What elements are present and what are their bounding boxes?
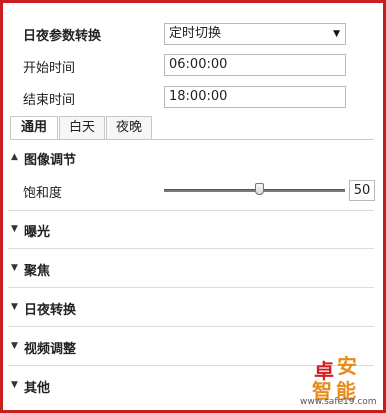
end-time-input[interactable]: 18:00:00 (164, 86, 346, 108)
section-video-adjust-title: 视频调整 (24, 342, 77, 357)
section-focus-title: 聚焦 (24, 264, 51, 279)
tab-day[interactable]: 白天 (59, 116, 105, 140)
section-exposure-title: 曝光 (24, 225, 51, 240)
day-night-switch-label: 日夜参数转换 (23, 29, 102, 44)
watermark-url: www.safe19.com (300, 397, 377, 407)
chevron-up-icon: ▲ (11, 152, 18, 162)
section-image-adjust[interactable]: ▲ 图像调节 (8, 140, 374, 175)
chevron-down-icon: ▼ (11, 341, 18, 351)
section-day-night-title: 日夜转换 (24, 303, 77, 318)
section-focus[interactable]: ▼ 聚焦 (8, 250, 374, 288)
chevron-down-icon: ▼ (11, 380, 18, 390)
section-image-adjust-title: 图像调节 (24, 153, 77, 168)
tab-general[interactable]: 通用 (10, 116, 58, 140)
saturation-slider-thumb[interactable] (255, 183, 264, 195)
end-time-label: 结束时间 (23, 93, 76, 108)
section-other-title: 其他 (24, 381, 51, 396)
chevron-down-icon: ▼ (11, 224, 18, 234)
start-time-input[interactable]: 06:00:00 (164, 54, 346, 76)
day-night-switch-select[interactable]: 定时切换 ▼ (164, 23, 346, 45)
chevron-down-icon: ▼ (11, 263, 18, 273)
caret-down-icon: ▼ (333, 29, 340, 39)
day-night-switch-value: 定时切换 (169, 26, 222, 41)
section-day-night[interactable]: ▼ 日夜转换 (8, 289, 374, 327)
start-time-label: 开始时间 (23, 61, 76, 76)
chevron-down-icon: ▼ (11, 302, 18, 312)
saturation-value[interactable]: 50 (349, 180, 375, 201)
section-exposure[interactable]: ▼ 曝光 (8, 211, 374, 249)
tab-night[interactable]: 夜晚 (106, 116, 152, 140)
saturation-label: 饱和度 (23, 186, 63, 201)
